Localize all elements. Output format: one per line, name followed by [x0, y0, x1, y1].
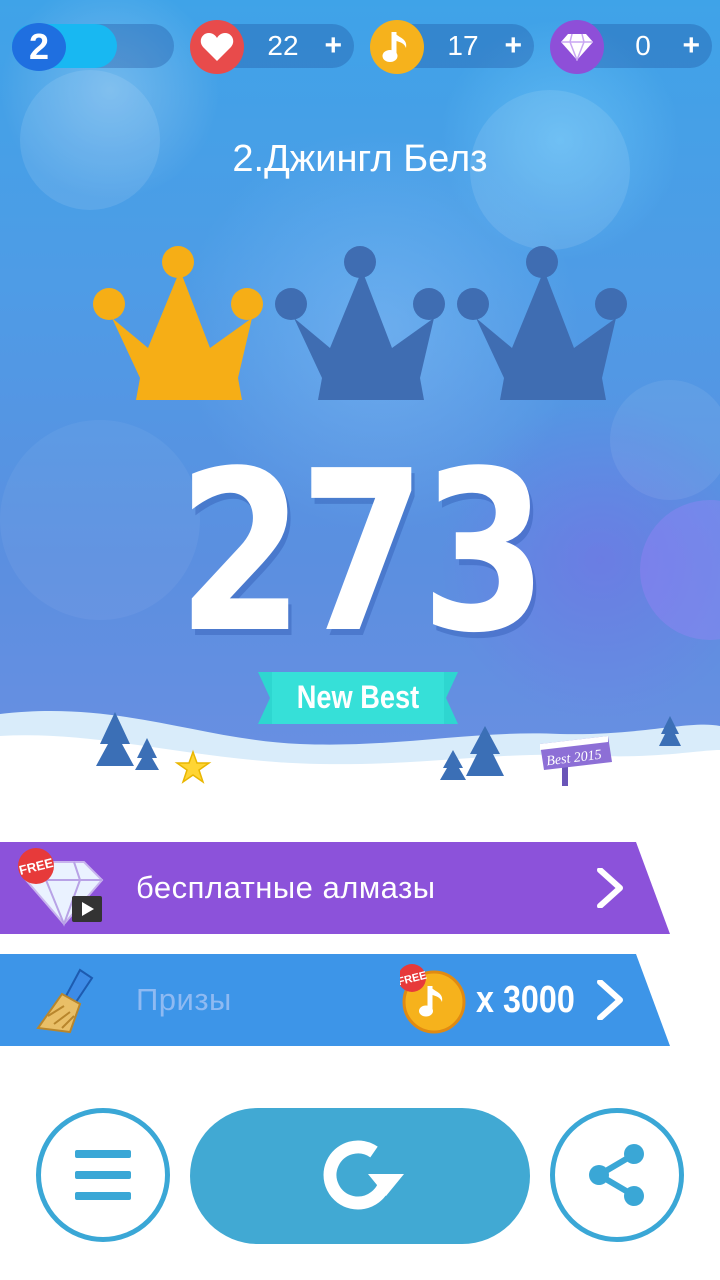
music-note-icon [370, 20, 424, 74]
lives-counter[interactable]: 22 + [190, 20, 354, 74]
status-bar: 2 22 + 17 + 0 + [0, 20, 720, 74]
free-diamonds-label: бесплатные алмазы [136, 870, 436, 905]
diamond-icon [550, 20, 604, 74]
notes-counter[interactable]: 17 + [370, 20, 534, 74]
prizes-button[interactable]: Призы FREE x 3000 [0, 952, 720, 1048]
crown-icon [275, 246, 445, 400]
score-value: 273 [177, 424, 547, 682]
chevron-right-icon [597, 980, 623, 1020]
hamburger-menu-icon [75, 1150, 131, 1200]
share-button[interactable] [550, 1108, 684, 1242]
diamonds-counter[interactable]: 0 + [550, 20, 712, 74]
menu-button[interactable] [36, 1108, 170, 1242]
song-title: 2.Джингл Белз [232, 138, 488, 180]
free-video-diamond-icon: FREE [17, 844, 118, 930]
free-diamonds-button[interactable]: FREE бесплатные алмазы [0, 840, 720, 936]
diamonds-value: 0 [635, 30, 651, 61]
level-badge: 2 [12, 23, 66, 71]
level-progress: 2 [12, 23, 174, 71]
retry-button[interactable] [190, 1108, 530, 1244]
prize-amount: x 3000 [476, 979, 575, 1021]
diamonds-plus-button[interactable]: + [682, 24, 700, 68]
notes-value: 17 [447, 30, 479, 61]
retry-icon [323, 1140, 404, 1210]
share-icon [589, 1144, 644, 1206]
crown-icon [93, 246, 263, 400]
notes-plus-button[interactable]: + [504, 24, 522, 68]
chevron-right-icon [597, 868, 623, 908]
broom-icon [34, 966, 104, 1036]
crown-icon [457, 246, 627, 400]
prize-reward: FREE x 3000 [400, 964, 580, 1034]
snowy-hills: Best 2015 [0, 711, 720, 800]
heart-icon [190, 20, 244, 74]
crown-rating [0, 240, 720, 410]
prizes-label: Призы [136, 982, 232, 1017]
result-background: 2 22 + 17 + 0 + 2.Джингл Белз 273 New Be… [0, 0, 720, 800]
lives-value: 22 [267, 30, 299, 61]
lives-plus-button[interactable]: + [324, 24, 342, 68]
